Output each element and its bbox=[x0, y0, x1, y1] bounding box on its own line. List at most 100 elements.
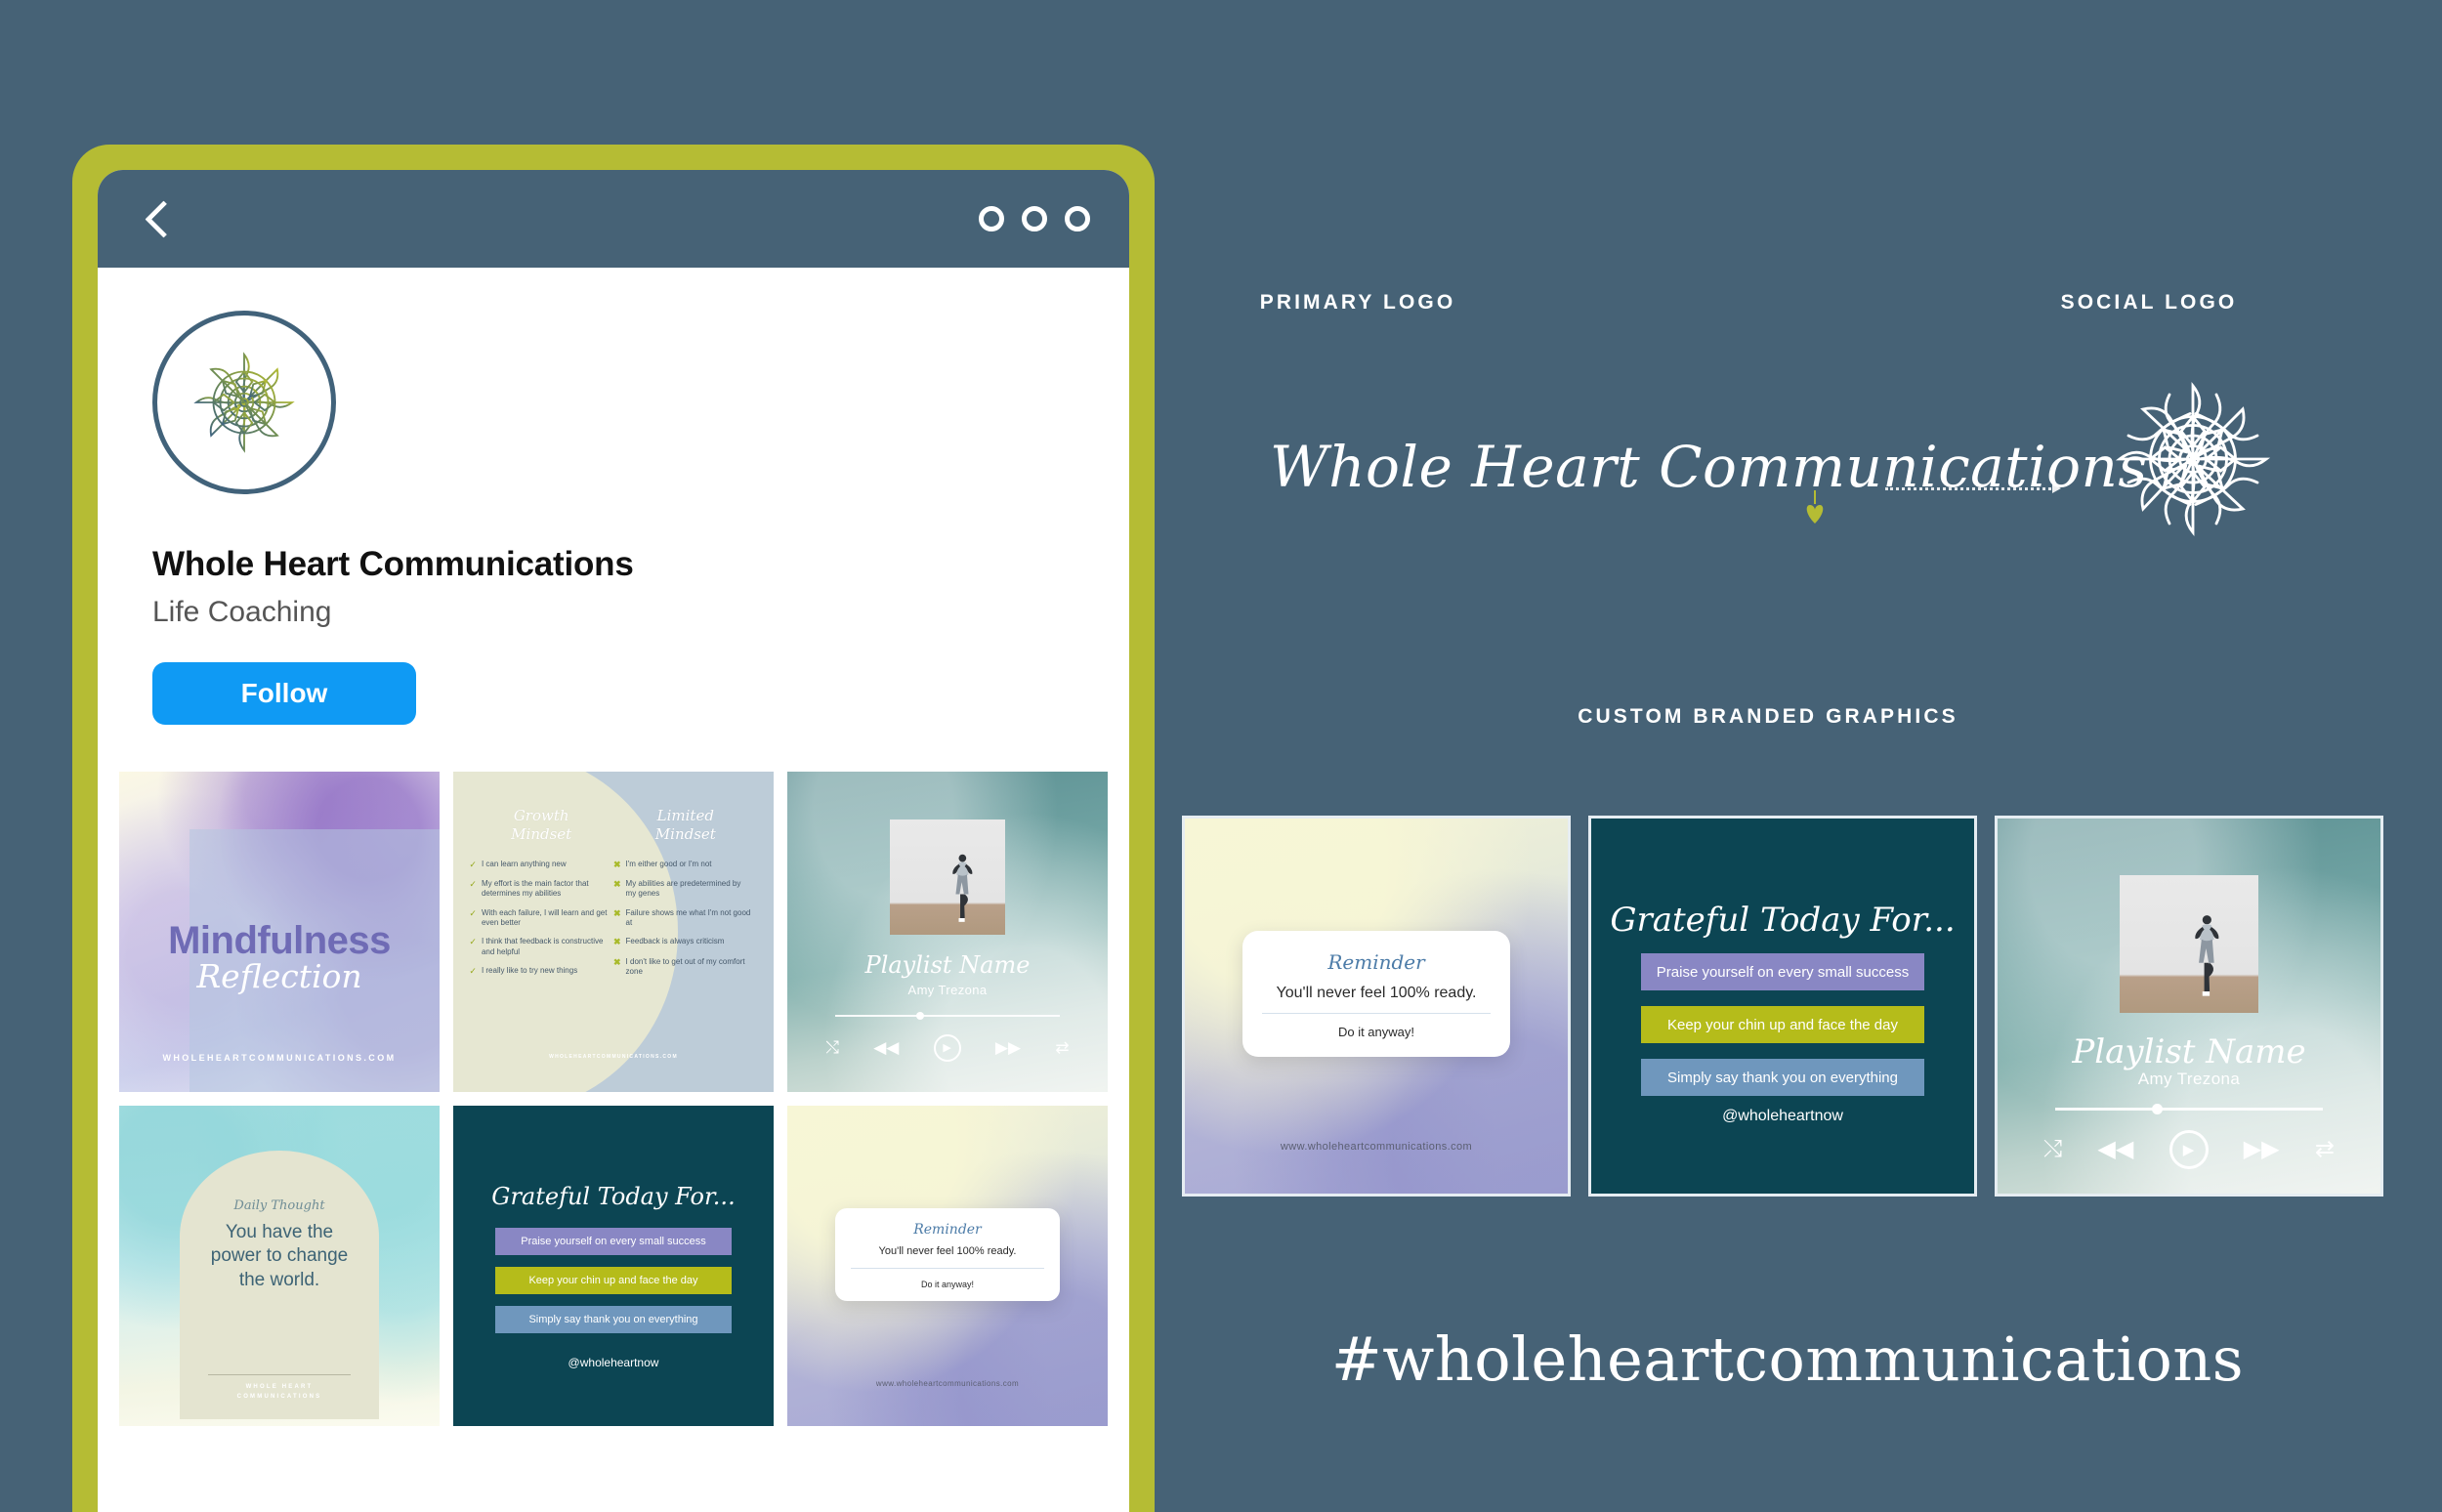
menu-dot bbox=[979, 206, 1004, 231]
tile-text: Mindfulness Reflection bbox=[119, 919, 440, 995]
list-item: ✖ I don't like to get out of my comfort z… bbox=[613, 957, 758, 978]
list-item: Simply say thank you on everything bbox=[494, 1305, 733, 1333]
play-icon[interactable]: ▶ bbox=[933, 1033, 961, 1062]
cross-icon: ✖ bbox=[613, 907, 621, 918]
tile-url: www.wholeheartcommunications.com bbox=[875, 1378, 1020, 1388]
progress-knob[interactable] bbox=[2151, 1103, 2163, 1114]
growth-column: Growth Mindset ✓ I can learn anything new … bbox=[469, 807, 613, 1092]
check-icon: ✓ bbox=[469, 859, 477, 869]
reminder-footer: Do it anyway! bbox=[920, 1279, 975, 1289]
reminder-body: You'll never feel 100% ready. bbox=[878, 1244, 1017, 1257]
grid-tile-reminder[interactable]: Reminder You'll never feel 100% ready. D… bbox=[787, 1106, 1108, 1426]
phone-screen: Whole Heart Communications Life Coaching… bbox=[98, 170, 1129, 1512]
heart-icon bbox=[1806, 490, 1824, 524]
grid-tile-mindfulness[interactable]: Mindfulness Reflection WHOLEHEARTCOMMUNI… bbox=[119, 772, 440, 1092]
app-topbar bbox=[98, 170, 1129, 268]
brand-identity-board: Whole Heart Communications Life Coaching… bbox=[0, 0, 2442, 1512]
grid-tile-grateful[interactable]: Grateful Today For... Praise yourself on… bbox=[453, 1106, 774, 1426]
repeat-icon[interactable]: ⇄ bbox=[1055, 1039, 1069, 1056]
list-item: ✓ I can learn anything new bbox=[469, 860, 613, 870]
divider bbox=[1261, 1013, 1492, 1015]
cross-icon: ✖ bbox=[613, 878, 621, 889]
chevron-left-icon[interactable] bbox=[143, 202, 176, 235]
playlist-title: Playlist Name bbox=[2072, 1031, 2306, 1071]
yoga-pose-photo bbox=[952, 854, 973, 922]
custom-graphics-label: CUSTOM BRANDED GRAPHICS bbox=[1578, 705, 1958, 728]
item-text: With each failure, I will learn and get … bbox=[481, 907, 608, 927]
grid-tile-playlist[interactable]: Playlist Name Amy Trezona ⤭ ◀◀ ▶ ▶▶ ⇄ bbox=[787, 772, 1108, 1092]
reminder-card: Reminder You'll never feel 100% ready. D… bbox=[1242, 931, 1511, 1058]
branded-card-playlist[interactable]: Playlist Name Amy Trezona ⤭ ◀◀ ▶ ▶▶ ⇄ bbox=[1995, 816, 2383, 1197]
item-text: I can learn anything new bbox=[481, 859, 567, 868]
media-controls: ⤭ ◀◀ ▶ ▶▶ ⇄ bbox=[2043, 1129, 2335, 1169]
menu-dot bbox=[1065, 206, 1090, 231]
avatar[interactable] bbox=[152, 311, 336, 494]
item-text: My effort is the main factor that determ… bbox=[481, 878, 589, 899]
grateful-list: Praise yourself on every small success K… bbox=[494, 1227, 733, 1345]
progress-knob[interactable] bbox=[915, 1012, 924, 1021]
yoga-pose-photo bbox=[2195, 915, 2219, 997]
check-icon: ✓ bbox=[469, 937, 477, 947]
follow-button[interactable]: Follow bbox=[152, 662, 416, 725]
check-icon: ✓ bbox=[469, 966, 477, 977]
fast-forward-icon[interactable]: ▶▶ bbox=[995, 1039, 1021, 1056]
shuffle-icon[interactable]: ⤭ bbox=[2043, 1137, 2062, 1161]
shuffle-icon[interactable]: ⤭ bbox=[825, 1039, 839, 1056]
social-logo-label: SOCIAL LOGO bbox=[2060, 291, 2238, 314]
grateful-list: Praise yourself on every small success K… bbox=[1640, 953, 1925, 1112]
reminder-heading: Reminder bbox=[913, 1221, 982, 1238]
repeat-icon[interactable]: ⇄ bbox=[2315, 1137, 2335, 1161]
media-controls: ⤭ ◀◀ ▶ ▶▶ ⇄ bbox=[825, 1033, 1070, 1062]
play-icon[interactable]: ▶ bbox=[2168, 1129, 2209, 1169]
grid-tile-daily-thought[interactable]: Daily Thought You have the power to chang… bbox=[119, 1106, 440, 1426]
item-text: Failure shows me what I'm not good at bbox=[625, 907, 751, 927]
page-title: Whole Heart Communications bbox=[152, 545, 634, 583]
fast-forward-icon[interactable]: ▶▶ bbox=[2244, 1137, 2280, 1161]
grid-tile-mindset[interactable]: Growth Mindset ✓ I can learn anything new … bbox=[453, 772, 774, 1092]
list-item: ✖ I'm either good or I'm not bbox=[613, 860, 758, 870]
album-art bbox=[2120, 874, 2258, 1013]
growth-heading: Growth Mindset bbox=[511, 807, 572, 843]
arrow-head bbox=[2052, 483, 2061, 493]
progress-bar[interactable] bbox=[835, 1012, 1060, 1021]
social-handle: @wholeheartnow bbox=[1722, 1107, 1843, 1124]
list-item: Keep your chin up and face the day bbox=[494, 1266, 733, 1294]
tile-url: WHOLEHEARTCOMMUNICATIONS.COM bbox=[549, 1054, 678, 1061]
branded-card-grateful[interactable]: Grateful Today For... Praise yourself on… bbox=[1588, 816, 1977, 1197]
playlist-title: Playlist Name bbox=[864, 950, 1031, 979]
quote-text: You have the power to change the world. bbox=[210, 1221, 349, 1291]
primary-logo-label: PRIMARY LOGO bbox=[1259, 291, 1456, 314]
divider bbox=[851, 1267, 1044, 1269]
album-art bbox=[889, 819, 1006, 936]
check-icon: ✓ bbox=[469, 907, 477, 918]
branded-graphics-row: Reminder You'll never feel 100% ready. D… bbox=[1182, 816, 2383, 1197]
mandala-sun-logo-white bbox=[2115, 381, 2271, 537]
post-grid: Mindfulness Reflection WHOLEHEARTCOMMUNI… bbox=[98, 772, 1129, 1426]
list-item: ✓ With each failure, I will learn and get… bbox=[469, 908, 613, 929]
limited-column: Limited Mindset ✖ I'm either good or I'm n… bbox=[613, 807, 758, 1092]
list-item: ✖ Failure shows me what I'm not good at bbox=[613, 908, 758, 929]
primary-logo-wordmark: Whole Heart Communications bbox=[1270, 434, 2148, 500]
branded-card-reminder[interactable]: Reminder You'll never feel 100% ready. D… bbox=[1182, 816, 1571, 1197]
dotted-arrow-icon bbox=[1885, 477, 2061, 500]
limited-heading: Limited Mindset bbox=[654, 807, 716, 843]
three-circles-icon[interactable] bbox=[979, 206, 1090, 231]
cross-icon: ✖ bbox=[613, 859, 621, 869]
item-text: I don't like to get out of my comfort zo… bbox=[625, 956, 745, 977]
phone-mockup: Whole Heart Communications Life Coaching… bbox=[72, 145, 1155, 1512]
item-text: Feedback is always criticism bbox=[625, 937, 725, 946]
card-url: www.wholeheartcommunications.com bbox=[1280, 1140, 1473, 1153]
cross-icon: ✖ bbox=[613, 937, 621, 947]
profile-header: Whole Heart Communications Life Coaching… bbox=[98, 311, 1129, 725]
rewind-icon[interactable]: ◀◀ bbox=[873, 1039, 899, 1056]
progress-bar[interactable] bbox=[2054, 1103, 2324, 1114]
list-item: ✓ I really like to try new things bbox=[469, 966, 613, 977]
item-text: My abilities are predetermined by my gen… bbox=[625, 878, 741, 899]
grateful-heading: Grateful Today For... bbox=[491, 1182, 736, 1210]
arrow-line bbox=[1885, 486, 2051, 490]
check-icon: ✓ bbox=[469, 878, 477, 889]
rewind-icon[interactable]: ◀◀ bbox=[2097, 1137, 2133, 1161]
item-text: I think that feedback is constructive an… bbox=[481, 937, 604, 956]
reminder-footer: Do it anyway! bbox=[1337, 1025, 1415, 1040]
list-item: Praise yourself on every small success bbox=[1640, 953, 1925, 991]
